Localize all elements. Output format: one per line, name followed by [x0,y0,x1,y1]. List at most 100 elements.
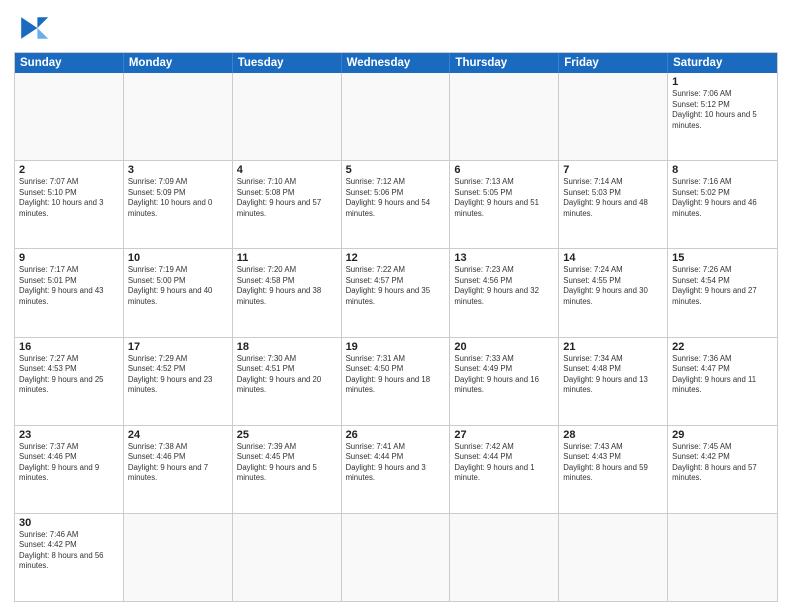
day-info: Sunrise: 7:31 AM Sunset: 4:50 PM Dayligh… [346,354,446,396]
day-info: Sunrise: 7:09 AM Sunset: 5:09 PM Dayligh… [128,177,228,219]
cal-cell-r3c3: 19Sunrise: 7:31 AM Sunset: 4:50 PM Dayli… [342,338,451,425]
day-info: Sunrise: 7:19 AM Sunset: 5:00 PM Dayligh… [128,265,228,307]
day-info: Sunrise: 7:43 AM Sunset: 4:43 PM Dayligh… [563,442,663,484]
cal-cell-r1c3: 5Sunrise: 7:12 AM Sunset: 5:06 PM Daylig… [342,161,451,248]
day-number: 19 [346,341,446,353]
cal-cell-r5c4 [450,514,559,601]
day-number: 4 [237,164,337,176]
day-info: Sunrise: 7:13 AM Sunset: 5:05 PM Dayligh… [454,177,554,219]
cal-cell-r5c6 [668,514,777,601]
cal-cell-r0c2 [233,73,342,160]
day-info: Sunrise: 7:07 AM Sunset: 5:10 PM Dayligh… [19,177,119,219]
cal-cell-r0c3 [342,73,451,160]
day-info: Sunrise: 7:17 AM Sunset: 5:01 PM Dayligh… [19,265,119,307]
day-number: 8 [672,164,773,176]
cal-header-sunday: Sunday [15,53,124,73]
cal-cell-r4c1: 24Sunrise: 7:38 AM Sunset: 4:46 PM Dayli… [124,426,233,513]
day-number: 13 [454,252,554,264]
day-info: Sunrise: 7:37 AM Sunset: 4:46 PM Dayligh… [19,442,119,484]
day-number: 25 [237,429,337,441]
day-number: 23 [19,429,119,441]
day-info: Sunrise: 7:29 AM Sunset: 4:52 PM Dayligh… [128,354,228,396]
header [14,10,778,46]
cal-header-monday: Monday [124,53,233,73]
day-number: 5 [346,164,446,176]
cal-cell-r2c1: 10Sunrise: 7:19 AM Sunset: 5:00 PM Dayli… [124,249,233,336]
cal-header-tuesday: Tuesday [233,53,342,73]
day-number: 21 [563,341,663,353]
day-info: Sunrise: 7:45 AM Sunset: 4:42 PM Dayligh… [672,442,773,484]
day-number: 6 [454,164,554,176]
cal-cell-r4c5: 28Sunrise: 7:43 AM Sunset: 4:43 PM Dayli… [559,426,668,513]
cal-cell-r5c3 [342,514,451,601]
cal-cell-r0c0 [15,73,124,160]
cal-header-friday: Friday [559,53,668,73]
cal-row-4: 23Sunrise: 7:37 AM Sunset: 4:46 PM Dayli… [15,425,777,513]
cal-cell-r2c3: 12Sunrise: 7:22 AM Sunset: 4:57 PM Dayli… [342,249,451,336]
cal-cell-r2c0: 9Sunrise: 7:17 AM Sunset: 5:01 PM Daylig… [15,249,124,336]
day-number: 16 [19,341,119,353]
day-number: 10 [128,252,228,264]
day-info: Sunrise: 7:24 AM Sunset: 4:55 PM Dayligh… [563,265,663,307]
cal-cell-r1c6: 8Sunrise: 7:16 AM Sunset: 5:02 PM Daylig… [668,161,777,248]
page: SundayMondayTuesdayWednesdayThursdayFrid… [0,0,792,612]
cal-cell-r2c2: 11Sunrise: 7:20 AM Sunset: 4:58 PM Dayli… [233,249,342,336]
cal-cell-r4c4: 27Sunrise: 7:42 AM Sunset: 4:44 PM Dayli… [450,426,559,513]
logo-icon [14,10,50,46]
cal-cell-r3c0: 16Sunrise: 7:27 AM Sunset: 4:53 PM Dayli… [15,338,124,425]
day-number: 26 [346,429,446,441]
day-number: 18 [237,341,337,353]
day-number: 15 [672,252,773,264]
cal-cell-r3c6: 22Sunrise: 7:36 AM Sunset: 4:47 PM Dayli… [668,338,777,425]
cal-row-1: 2Sunrise: 7:07 AM Sunset: 5:10 PM Daylig… [15,160,777,248]
cal-cell-r5c1 [124,514,233,601]
cal-cell-r5c0: 30Sunrise: 7:46 AM Sunset: 4:42 PM Dayli… [15,514,124,601]
day-info: Sunrise: 7:38 AM Sunset: 4:46 PM Dayligh… [128,442,228,484]
day-number: 11 [237,252,337,264]
day-number: 29 [672,429,773,441]
day-number: 9 [19,252,119,264]
cal-cell-r3c5: 21Sunrise: 7:34 AM Sunset: 4:48 PM Dayli… [559,338,668,425]
cal-row-0: 1Sunrise: 7:06 AM Sunset: 5:12 PM Daylig… [15,73,777,160]
cal-cell-r1c1: 3Sunrise: 7:09 AM Sunset: 5:09 PM Daylig… [124,161,233,248]
calendar-body: 1Sunrise: 7:06 AM Sunset: 5:12 PM Daylig… [15,73,777,601]
cal-row-5: 30Sunrise: 7:46 AM Sunset: 4:42 PM Dayli… [15,513,777,601]
day-info: Sunrise: 7:16 AM Sunset: 5:02 PM Dayligh… [672,177,773,219]
cal-row-3: 16Sunrise: 7:27 AM Sunset: 4:53 PM Dayli… [15,337,777,425]
logo [14,10,54,46]
day-number: 28 [563,429,663,441]
day-number: 20 [454,341,554,353]
cal-cell-r3c4: 20Sunrise: 7:33 AM Sunset: 4:49 PM Dayli… [450,338,559,425]
day-number: 24 [128,429,228,441]
cal-cell-r1c5: 7Sunrise: 7:14 AM Sunset: 5:03 PM Daylig… [559,161,668,248]
day-info: Sunrise: 7:27 AM Sunset: 4:53 PM Dayligh… [19,354,119,396]
cal-header-wednesday: Wednesday [342,53,451,73]
cal-cell-r0c4 [450,73,559,160]
cal-cell-r2c5: 14Sunrise: 7:24 AM Sunset: 4:55 PM Dayli… [559,249,668,336]
cal-cell-r3c2: 18Sunrise: 7:30 AM Sunset: 4:51 PM Dayli… [233,338,342,425]
day-info: Sunrise: 7:42 AM Sunset: 4:44 PM Dayligh… [454,442,554,484]
day-info: Sunrise: 7:10 AM Sunset: 5:08 PM Dayligh… [237,177,337,219]
cal-header-thursday: Thursday [450,53,559,73]
day-info: Sunrise: 7:36 AM Sunset: 4:47 PM Dayligh… [672,354,773,396]
cal-header-saturday: Saturday [668,53,777,73]
day-info: Sunrise: 7:06 AM Sunset: 5:12 PM Dayligh… [672,89,773,131]
day-info: Sunrise: 7:39 AM Sunset: 4:45 PM Dayligh… [237,442,337,484]
day-number: 3 [128,164,228,176]
calendar-header-row: SundayMondayTuesdayWednesdayThursdayFrid… [15,53,777,73]
cal-cell-r2c6: 15Sunrise: 7:26 AM Sunset: 4:54 PM Dayli… [668,249,777,336]
cal-cell-r4c6: 29Sunrise: 7:45 AM Sunset: 4:42 PM Dayli… [668,426,777,513]
calendar: SundayMondayTuesdayWednesdayThursdayFrid… [14,52,778,602]
cal-cell-r0c6: 1Sunrise: 7:06 AM Sunset: 5:12 PM Daylig… [668,73,777,160]
cal-cell-r1c2: 4Sunrise: 7:10 AM Sunset: 5:08 PM Daylig… [233,161,342,248]
cal-cell-r5c5 [559,514,668,601]
day-number: 22 [672,341,773,353]
day-number: 12 [346,252,446,264]
cal-cell-r0c5 [559,73,668,160]
cal-cell-r5c2 [233,514,342,601]
day-number: 14 [563,252,663,264]
day-info: Sunrise: 7:23 AM Sunset: 4:56 PM Dayligh… [454,265,554,307]
cal-cell-r0c1 [124,73,233,160]
day-number: 27 [454,429,554,441]
day-info: Sunrise: 7:20 AM Sunset: 4:58 PM Dayligh… [237,265,337,307]
